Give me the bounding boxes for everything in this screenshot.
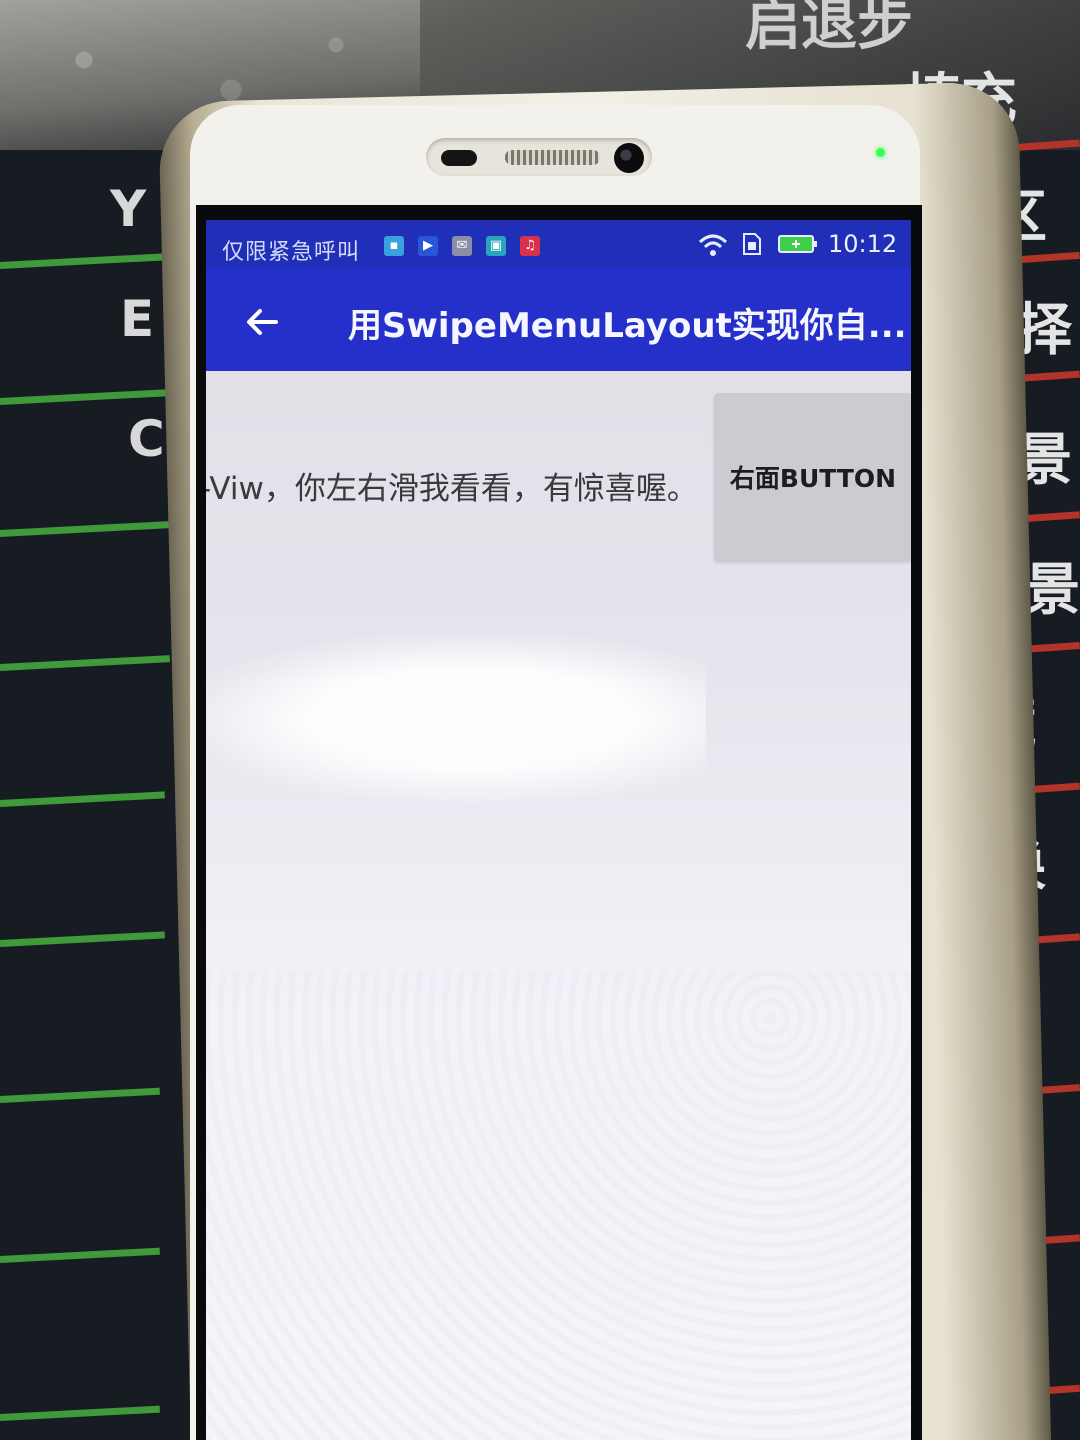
toolbar-title: 用SwipeMenuLayout实现你自...: [348, 306, 907, 346]
music-notification-icon: ♫: [520, 236, 540, 256]
image-notification-icon: ▣: [486, 236, 506, 256]
status-time: 10:12: [828, 230, 898, 258]
back-arrow-icon[interactable]: [242, 302, 282, 342]
wifi-icon: [698, 234, 728, 256]
background-letter: C: [128, 410, 165, 468]
phone-screen: 仅限紧急呼叫 ▪ ▶ ✉ ▣ ♫ 10:12 用SwipeMenuLayout实…: [206, 220, 911, 1440]
screen-glare: [206, 633, 706, 803]
front-camera: [614, 143, 644, 173]
swipe-row-text: -Viw，你左右滑我看看，有惊喜喔。: [206, 471, 698, 507]
right-menu-button[interactable]: 右面BUTTON: [714, 393, 911, 561]
notification-led: [876, 148, 885, 157]
app-notification-icon: ▪: [384, 236, 404, 256]
app-toolbar: 用SwipeMenuLayout实现你自...: [206, 268, 911, 371]
play-notification-icon: ▶: [418, 236, 438, 256]
mail-notification-icon: ✉: [452, 236, 472, 256]
content-area: -Viw，你左右滑我看看，有惊喜喔。 右面BUTTON: [206, 371, 911, 1440]
speaker-grille: [505, 150, 600, 165]
right-menu-button-label: 右面BUTTON: [729, 464, 897, 493]
battery-charging-icon: [778, 235, 817, 253]
proximity-sensor: [441, 150, 477, 166]
screen-moire: [206, 971, 911, 1440]
background-word: 启退步: [745, 0, 913, 58]
background-letter: E: [120, 290, 155, 348]
background-letter: Y: [110, 180, 147, 238]
carrier-status-text: 仅限紧急呼叫: [222, 240, 361, 265]
sim-card-icon: [743, 233, 761, 255]
status-bar: 仅限紧急呼叫 ▪ ▶ ✉ ▣ ♫ 10:12: [206, 220, 911, 268]
swipe-menu-row[interactable]: -Viw，你左右滑我看看，有惊喜喔。 右面BUTTON: [206, 393, 911, 563]
